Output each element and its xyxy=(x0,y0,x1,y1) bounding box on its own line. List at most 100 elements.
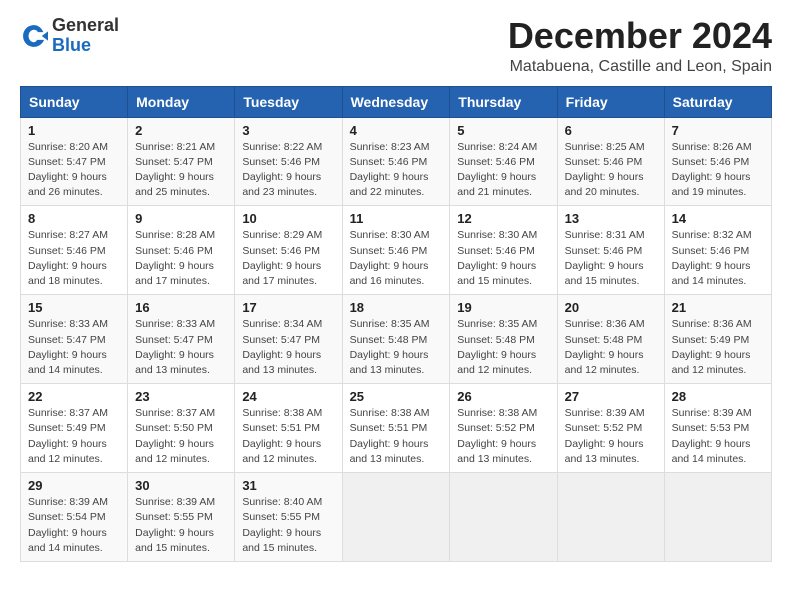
day-info: Sunrise: 8:36 AMSunset: 5:49 PMDaylight:… xyxy=(672,318,752,376)
day-info: Sunrise: 8:32 AMSunset: 5:46 PMDaylight:… xyxy=(672,229,752,287)
day-info: Sunrise: 8:40 AMSunset: 5:55 PMDaylight:… xyxy=(242,496,322,554)
day-info: Sunrise: 8:34 AMSunset: 5:47 PMDaylight:… xyxy=(242,318,322,376)
calendar-cell: 9 Sunrise: 8:28 AMSunset: 5:46 PMDayligh… xyxy=(128,206,235,295)
day-number: 9 xyxy=(135,211,227,226)
calendar-cell: 5 Sunrise: 8:24 AMSunset: 5:46 PMDayligh… xyxy=(450,117,557,206)
day-number: 14 xyxy=(672,211,764,226)
calendar-week-5: 29 Sunrise: 8:39 AMSunset: 5:54 PMDaylig… xyxy=(21,473,772,562)
calendar-cell: 15 Sunrise: 8:33 AMSunset: 5:47 PMDaylig… xyxy=(21,295,128,384)
calendar-cell: 25 Sunrise: 8:38 AMSunset: 5:51 PMDaylig… xyxy=(342,384,450,473)
calendar-cell: 24 Sunrise: 8:38 AMSunset: 5:51 PMDaylig… xyxy=(235,384,342,473)
calendar-week-1: 1 Sunrise: 8:20 AMSunset: 5:47 PMDayligh… xyxy=(21,117,772,206)
day-info: Sunrise: 8:35 AMSunset: 5:48 PMDaylight:… xyxy=(350,318,430,376)
day-number: 15 xyxy=(28,300,120,315)
day-number: 28 xyxy=(672,389,764,404)
calendar-cell: 11 Sunrise: 8:30 AMSunset: 5:46 PMDaylig… xyxy=(342,206,450,295)
calendar-cell: 31 Sunrise: 8:40 AMSunset: 5:55 PMDaylig… xyxy=(235,473,342,562)
day-number: 5 xyxy=(457,123,549,138)
calendar-cell: 30 Sunrise: 8:39 AMSunset: 5:55 PMDaylig… xyxy=(128,473,235,562)
day-number: 13 xyxy=(565,211,657,226)
day-info: Sunrise: 8:30 AMSunset: 5:46 PMDaylight:… xyxy=(457,229,537,287)
day-info: Sunrise: 8:36 AMSunset: 5:48 PMDaylight:… xyxy=(565,318,645,376)
day-info: Sunrise: 8:39 AMSunset: 5:53 PMDaylight:… xyxy=(672,407,752,465)
location-title: Matabuena, Castille and Leon, Spain xyxy=(508,58,772,76)
day-number: 23 xyxy=(135,389,227,404)
calendar-cell: 21 Sunrise: 8:36 AMSunset: 5:49 PMDaylig… xyxy=(664,295,771,384)
day-info: Sunrise: 8:37 AMSunset: 5:50 PMDaylight:… xyxy=(135,407,215,465)
calendar-cell: 10 Sunrise: 8:29 AMSunset: 5:46 PMDaylig… xyxy=(235,206,342,295)
calendar-cell: 14 Sunrise: 8:32 AMSunset: 5:46 PMDaylig… xyxy=(664,206,771,295)
weekday-header-sunday: Sunday xyxy=(21,86,128,117)
day-info: Sunrise: 8:25 AMSunset: 5:46 PMDaylight:… xyxy=(565,141,645,199)
day-info: Sunrise: 8:35 AMSunset: 5:48 PMDaylight:… xyxy=(457,318,537,376)
calendar-cell: 27 Sunrise: 8:39 AMSunset: 5:52 PMDaylig… xyxy=(557,384,664,473)
day-number: 11 xyxy=(350,211,443,226)
day-info: Sunrise: 8:37 AMSunset: 5:49 PMDaylight:… xyxy=(28,407,108,465)
weekday-header-monday: Monday xyxy=(128,86,235,117)
day-info: Sunrise: 8:33 AMSunset: 5:47 PMDaylight:… xyxy=(28,318,108,376)
day-number: 1 xyxy=(28,123,120,138)
calendar-week-2: 8 Sunrise: 8:27 AMSunset: 5:46 PMDayligh… xyxy=(21,206,772,295)
calendar-cell: 28 Sunrise: 8:39 AMSunset: 5:53 PMDaylig… xyxy=(664,384,771,473)
logo-text: General Blue xyxy=(52,16,119,56)
calendar-week-4: 22 Sunrise: 8:37 AMSunset: 5:49 PMDaylig… xyxy=(21,384,772,473)
day-info: Sunrise: 8:39 AMSunset: 5:52 PMDaylight:… xyxy=(565,407,645,465)
day-number: 26 xyxy=(457,389,549,404)
calendar-cell: 1 Sunrise: 8:20 AMSunset: 5:47 PMDayligh… xyxy=(21,117,128,206)
day-info: Sunrise: 8:39 AMSunset: 5:55 PMDaylight:… xyxy=(135,496,215,554)
day-number: 22 xyxy=(28,389,120,404)
day-info: Sunrise: 8:22 AMSunset: 5:46 PMDaylight:… xyxy=(242,141,322,199)
calendar-cell xyxy=(557,473,664,562)
logo-general: General xyxy=(52,15,119,35)
weekday-header-wednesday: Wednesday xyxy=(342,86,450,117)
day-info: Sunrise: 8:21 AMSunset: 5:47 PMDaylight:… xyxy=(135,141,215,199)
day-info: Sunrise: 8:26 AMSunset: 5:46 PMDaylight:… xyxy=(672,141,752,199)
day-info: Sunrise: 8:29 AMSunset: 5:46 PMDaylight:… xyxy=(242,229,322,287)
day-number: 3 xyxy=(242,123,334,138)
day-info: Sunrise: 8:31 AMSunset: 5:46 PMDaylight:… xyxy=(565,229,645,287)
weekday-header-friday: Friday xyxy=(557,86,664,117)
day-number: 29 xyxy=(28,478,120,493)
calendar-cell: 2 Sunrise: 8:21 AMSunset: 5:47 PMDayligh… xyxy=(128,117,235,206)
day-number: 4 xyxy=(350,123,443,138)
calendar-cell: 6 Sunrise: 8:25 AMSunset: 5:46 PMDayligh… xyxy=(557,117,664,206)
day-info: Sunrise: 8:20 AMSunset: 5:47 PMDaylight:… xyxy=(28,141,108,199)
calendar-cell: 29 Sunrise: 8:39 AMSunset: 5:54 PMDaylig… xyxy=(21,473,128,562)
day-info: Sunrise: 8:33 AMSunset: 5:47 PMDaylight:… xyxy=(135,318,215,376)
day-number: 19 xyxy=(457,300,549,315)
calendar-cell: 8 Sunrise: 8:27 AMSunset: 5:46 PMDayligh… xyxy=(21,206,128,295)
day-number: 18 xyxy=(350,300,443,315)
calendar-cell xyxy=(450,473,557,562)
weekday-header-saturday: Saturday xyxy=(664,86,771,117)
calendar-cell: 12 Sunrise: 8:30 AMSunset: 5:46 PMDaylig… xyxy=(450,206,557,295)
calendar-cell: 16 Sunrise: 8:33 AMSunset: 5:47 PMDaylig… xyxy=(128,295,235,384)
day-number: 17 xyxy=(242,300,334,315)
day-info: Sunrise: 8:30 AMSunset: 5:46 PMDaylight:… xyxy=(350,229,430,287)
day-number: 30 xyxy=(135,478,227,493)
day-number: 27 xyxy=(565,389,657,404)
calendar-cell: 4 Sunrise: 8:23 AMSunset: 5:46 PMDayligh… xyxy=(342,117,450,206)
day-number: 8 xyxy=(28,211,120,226)
title-area: December 2024 Matabuena, Castille and Le… xyxy=(508,16,772,76)
logo-icon xyxy=(20,22,48,50)
page-header: General Blue December 2024 Matabuena, Ca… xyxy=(20,16,772,76)
calendar-cell: 23 Sunrise: 8:37 AMSunset: 5:50 PMDaylig… xyxy=(128,384,235,473)
weekday-header-tuesday: Tuesday xyxy=(235,86,342,117)
calendar-cell: 18 Sunrise: 8:35 AMSunset: 5:48 PMDaylig… xyxy=(342,295,450,384)
day-info: Sunrise: 8:38 AMSunset: 5:52 PMDaylight:… xyxy=(457,407,537,465)
day-number: 25 xyxy=(350,389,443,404)
day-info: Sunrise: 8:38 AMSunset: 5:51 PMDaylight:… xyxy=(242,407,322,465)
calendar-cell xyxy=(664,473,771,562)
day-number: 10 xyxy=(242,211,334,226)
day-info: Sunrise: 8:23 AMSunset: 5:46 PMDaylight:… xyxy=(350,141,430,199)
calendar-cell: 26 Sunrise: 8:38 AMSunset: 5:52 PMDaylig… xyxy=(450,384,557,473)
calendar-week-3: 15 Sunrise: 8:33 AMSunset: 5:47 PMDaylig… xyxy=(21,295,772,384)
logo: General Blue xyxy=(20,16,119,56)
day-number: 6 xyxy=(565,123,657,138)
month-title: December 2024 xyxy=(508,16,772,56)
day-info: Sunrise: 8:39 AMSunset: 5:54 PMDaylight:… xyxy=(28,496,108,554)
calendar-cell: 17 Sunrise: 8:34 AMSunset: 5:47 PMDaylig… xyxy=(235,295,342,384)
calendar-cell: 7 Sunrise: 8:26 AMSunset: 5:46 PMDayligh… xyxy=(664,117,771,206)
day-number: 31 xyxy=(242,478,334,493)
day-number: 12 xyxy=(457,211,549,226)
